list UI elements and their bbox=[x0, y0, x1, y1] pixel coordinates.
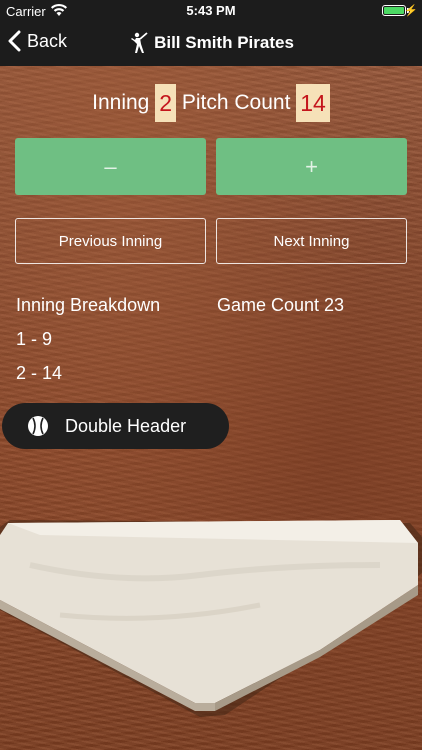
battery-icon bbox=[382, 5, 406, 16]
inning-label: Inning bbox=[92, 91, 150, 114]
count-display: Inning 2 Pitch Count 14 bbox=[0, 84, 422, 122]
pitch-count-label: Pitch Count bbox=[181, 91, 291, 114]
page-title: Bill Smith Pirates bbox=[154, 33, 294, 52]
pitch-count-value: 14 bbox=[296, 84, 330, 122]
status-bar: Carrier 5:43 PM ⚡ bbox=[0, 0, 422, 22]
home-plate-image bbox=[0, 520, 422, 717]
inning-value: 2 bbox=[155, 84, 176, 122]
charging-icon: ⚡ bbox=[404, 5, 418, 17]
inning-breakdown-title: Inning Breakdown bbox=[16, 295, 161, 315]
breakdown-row: 1 - 9 bbox=[16, 329, 53, 349]
game-count: Game Count 23 bbox=[217, 295, 345, 315]
breakdown-row: 2 - 14 bbox=[16, 363, 63, 383]
double-header-button[interactable]: Double Header bbox=[2, 403, 229, 449]
double-header-label: Double Header bbox=[65, 415, 187, 436]
baseball-icon bbox=[28, 416, 48, 436]
nav-title-group: Bill Smith Pirates bbox=[0, 32, 422, 54]
previous-inning-button[interactable]: Previous Inning bbox=[15, 218, 206, 264]
navigation-bar: Back Bill Smith Pirates bbox=[0, 22, 422, 66]
status-time: 5:43 PM bbox=[186, 3, 236, 18]
top-bar: Carrier 5:43 PM ⚡ Back Bill Smith Pirate… bbox=[0, 0, 422, 66]
batter-icon bbox=[131, 32, 148, 53]
next-inning-button[interactable]: Next Inning bbox=[216, 218, 407, 264]
increment-pitch-button[interactable]: + bbox=[216, 138, 407, 195]
decrement-pitch-button[interactable]: – bbox=[15, 138, 206, 195]
